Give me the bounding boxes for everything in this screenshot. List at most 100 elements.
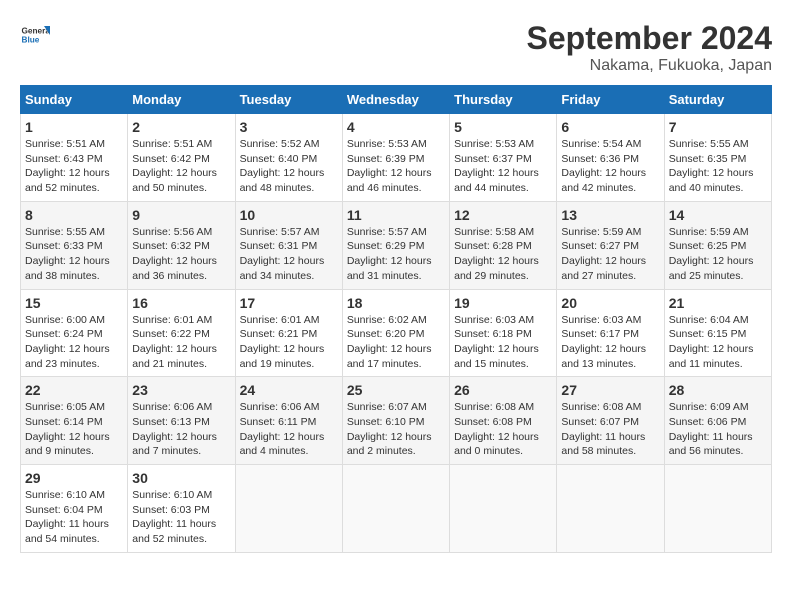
col-saturday: Saturday bbox=[664, 86, 771, 114]
day-number: 1 bbox=[25, 119, 123, 135]
calendar-cell: 26 Sunrise: 6:08 AM Sunset: 6:08 PM Dayli… bbox=[450, 377, 557, 465]
location-subtitle: Nakama, Fukuoka, Japan bbox=[527, 57, 772, 75]
col-tuesday: Tuesday bbox=[235, 86, 342, 114]
calendar-cell: 17 Sunrise: 6:01 AM Sunset: 6:21 PM Dayli… bbox=[235, 289, 342, 377]
calendar-cell: 16 Sunrise: 6:01 AM Sunset: 6:22 PM Dayli… bbox=[128, 289, 235, 377]
day-info: Sunrise: 5:51 AM Sunset: 6:42 PM Dayligh… bbox=[132, 137, 230, 196]
calendar-cell bbox=[235, 465, 342, 553]
day-info: Sunrise: 6:07 AM Sunset: 6:10 PM Dayligh… bbox=[347, 400, 445, 459]
day-number: 6 bbox=[561, 119, 659, 135]
day-number: 10 bbox=[240, 207, 338, 223]
calendar-cell: 8Sunrise: 5:55 AM Sunset: 6:33 PM Daylig… bbox=[21, 201, 128, 289]
day-info: Sunrise: 6:05 AM Sunset: 6:14 PM Dayligh… bbox=[25, 400, 123, 459]
day-info: Sunrise: 5:58 AM Sunset: 6:28 PM Dayligh… bbox=[454, 225, 552, 284]
calendar-cell: 2 Sunrise: 5:51 AM Sunset: 6:42 PM Daylig… bbox=[128, 114, 235, 202]
col-monday: Monday bbox=[128, 86, 235, 114]
day-info: Sunrise: 6:03 AM Sunset: 6:18 PM Dayligh… bbox=[454, 313, 552, 372]
day-number: 29 bbox=[25, 470, 123, 486]
day-number: 27 bbox=[561, 382, 659, 398]
calendar-week-3: 15 Sunrise: 6:00 AM Sunset: 6:24 PM Dayli… bbox=[21, 289, 772, 377]
day-number: 25 bbox=[347, 382, 445, 398]
col-wednesday: Wednesday bbox=[342, 86, 449, 114]
day-info: Sunrise: 6:03 AM Sunset: 6:17 PM Dayligh… bbox=[561, 313, 659, 372]
day-number: 24 bbox=[240, 382, 338, 398]
day-info: Sunrise: 5:59 AM Sunset: 6:25 PM Dayligh… bbox=[669, 225, 767, 284]
day-number: 26 bbox=[454, 382, 552, 398]
title-block: September 2024 Nakama, Fukuoka, Japan bbox=[527, 20, 772, 75]
day-info: Sunrise: 6:10 AM Sunset: 6:03 PM Dayligh… bbox=[132, 488, 230, 547]
day-info: Sunrise: 6:00 AM Sunset: 6:24 PM Dayligh… bbox=[25, 313, 123, 372]
day-number: 17 bbox=[240, 295, 338, 311]
day-number: 21 bbox=[669, 295, 767, 311]
calendar-cell: 23 Sunrise: 6:06 AM Sunset: 6:13 PM Dayli… bbox=[128, 377, 235, 465]
calendar-cell: 29Sunrise: 6:10 AM Sunset: 6:04 PM Dayli… bbox=[21, 465, 128, 553]
day-number: 11 bbox=[347, 207, 445, 223]
calendar-cell: 13 Sunrise: 5:59 AM Sunset: 6:27 PM Dayli… bbox=[557, 201, 664, 289]
day-number: 16 bbox=[132, 295, 230, 311]
calendar-header-row: Sunday Monday Tuesday Wednesday Thursday… bbox=[21, 86, 772, 114]
calendar-cell: 10 Sunrise: 5:57 AM Sunset: 6:31 PM Dayli… bbox=[235, 201, 342, 289]
day-info: Sunrise: 5:57 AM Sunset: 6:31 PM Dayligh… bbox=[240, 225, 338, 284]
day-info: Sunrise: 5:53 AM Sunset: 6:37 PM Dayligh… bbox=[454, 137, 552, 196]
day-info: Sunrise: 6:01 AM Sunset: 6:22 PM Dayligh… bbox=[132, 313, 230, 372]
calendar-cell: 21Sunrise: 6:04 AM Sunset: 6:15 PM Dayli… bbox=[664, 289, 771, 377]
calendar-cell: 24 Sunrise: 6:06 AM Sunset: 6:11 PM Dayli… bbox=[235, 377, 342, 465]
day-info: Sunrise: 5:51 AM Sunset: 6:43 PM Dayligh… bbox=[25, 137, 123, 196]
calendar-cell: 19 Sunrise: 6:03 AM Sunset: 6:18 PM Dayli… bbox=[450, 289, 557, 377]
day-info: Sunrise: 6:01 AM Sunset: 6:21 PM Dayligh… bbox=[240, 313, 338, 372]
day-info: Sunrise: 5:54 AM Sunset: 6:36 PM Dayligh… bbox=[561, 137, 659, 196]
col-sunday: Sunday bbox=[21, 86, 128, 114]
col-thursday: Thursday bbox=[450, 86, 557, 114]
calendar-cell: 15 Sunrise: 6:00 AM Sunset: 6:24 PM Dayli… bbox=[21, 289, 128, 377]
day-number: 5 bbox=[454, 119, 552, 135]
day-number: 9 bbox=[132, 207, 230, 223]
day-number: 3 bbox=[240, 119, 338, 135]
calendar-cell: 9 Sunrise: 5:56 AM Sunset: 6:32 PM Daylig… bbox=[128, 201, 235, 289]
calendar-cell: 20 Sunrise: 6:03 AM Sunset: 6:17 PM Dayli… bbox=[557, 289, 664, 377]
day-info: Sunrise: 5:56 AM Sunset: 6:32 PM Dayligh… bbox=[132, 225, 230, 284]
day-number: 20 bbox=[561, 295, 659, 311]
day-info: Sunrise: 6:06 AM Sunset: 6:11 PM Dayligh… bbox=[240, 400, 338, 459]
col-friday: Friday bbox=[557, 86, 664, 114]
day-number: 19 bbox=[454, 295, 552, 311]
day-number: 2 bbox=[132, 119, 230, 135]
day-number: 15 bbox=[25, 295, 123, 311]
day-number: 18 bbox=[347, 295, 445, 311]
day-number: 13 bbox=[561, 207, 659, 223]
calendar-week-1: 1 Sunrise: 5:51 AM Sunset: 6:43 PM Daylig… bbox=[21, 114, 772, 202]
day-info: Sunrise: 5:57 AM Sunset: 6:29 PM Dayligh… bbox=[347, 225, 445, 284]
day-info: Sunrise: 5:52 AM Sunset: 6:40 PM Dayligh… bbox=[240, 137, 338, 196]
day-number: 28 bbox=[669, 382, 767, 398]
calendar-cell bbox=[450, 465, 557, 553]
day-number: 12 bbox=[454, 207, 552, 223]
calendar-cell: 7 Sunrise: 5:55 AM Sunset: 6:35 PM Daylig… bbox=[664, 114, 771, 202]
day-info: Sunrise: 5:59 AM Sunset: 6:27 PM Dayligh… bbox=[561, 225, 659, 284]
day-number: 23 bbox=[132, 382, 230, 398]
month-title: September 2024 bbox=[527, 20, 772, 57]
day-number: 30 bbox=[132, 470, 230, 486]
logo: General Blue bbox=[20, 20, 50, 50]
day-info: Sunrise: 5:53 AM Sunset: 6:39 PM Dayligh… bbox=[347, 137, 445, 196]
calendar-cell: 22 Sunrise: 6:05 AM Sunset: 6:14 PM Dayli… bbox=[21, 377, 128, 465]
day-info: Sunrise: 6:09 AM Sunset: 6:06 PM Dayligh… bbox=[669, 400, 767, 459]
calendar-cell: 6 Sunrise: 5:54 AM Sunset: 6:36 PM Daylig… bbox=[557, 114, 664, 202]
day-info: Sunrise: 6:08 AM Sunset: 6:08 PM Dayligh… bbox=[454, 400, 552, 459]
day-number: 22 bbox=[25, 382, 123, 398]
svg-text:Blue: Blue bbox=[22, 36, 40, 45]
calendar-cell: 27 Sunrise: 6:08 AM Sunset: 6:07 PM Dayli… bbox=[557, 377, 664, 465]
day-number: 8 bbox=[25, 207, 123, 223]
day-number: 14 bbox=[669, 207, 767, 223]
day-number: 7 bbox=[669, 119, 767, 135]
day-info: Sunrise: 5:55 AM Sunset: 6:35 PM Dayligh… bbox=[669, 137, 767, 196]
calendar-cell bbox=[664, 465, 771, 553]
day-info: Sunrise: 6:08 AM Sunset: 6:07 PM Dayligh… bbox=[561, 400, 659, 459]
calendar-cell bbox=[557, 465, 664, 553]
calendar-cell: 1 Sunrise: 5:51 AM Sunset: 6:43 PM Daylig… bbox=[21, 114, 128, 202]
calendar-cell: 18 Sunrise: 6:02 AM Sunset: 6:20 PM Dayli… bbox=[342, 289, 449, 377]
day-info: Sunrise: 6:02 AM Sunset: 6:20 PM Dayligh… bbox=[347, 313, 445, 372]
calendar-cell: 4 Sunrise: 5:53 AM Sunset: 6:39 PM Daylig… bbox=[342, 114, 449, 202]
day-info: Sunrise: 6:06 AM Sunset: 6:13 PM Dayligh… bbox=[132, 400, 230, 459]
day-number: 4 bbox=[347, 119, 445, 135]
calendar-cell: 11 Sunrise: 5:57 AM Sunset: 6:29 PM Dayli… bbox=[342, 201, 449, 289]
calendar-cell bbox=[342, 465, 449, 553]
